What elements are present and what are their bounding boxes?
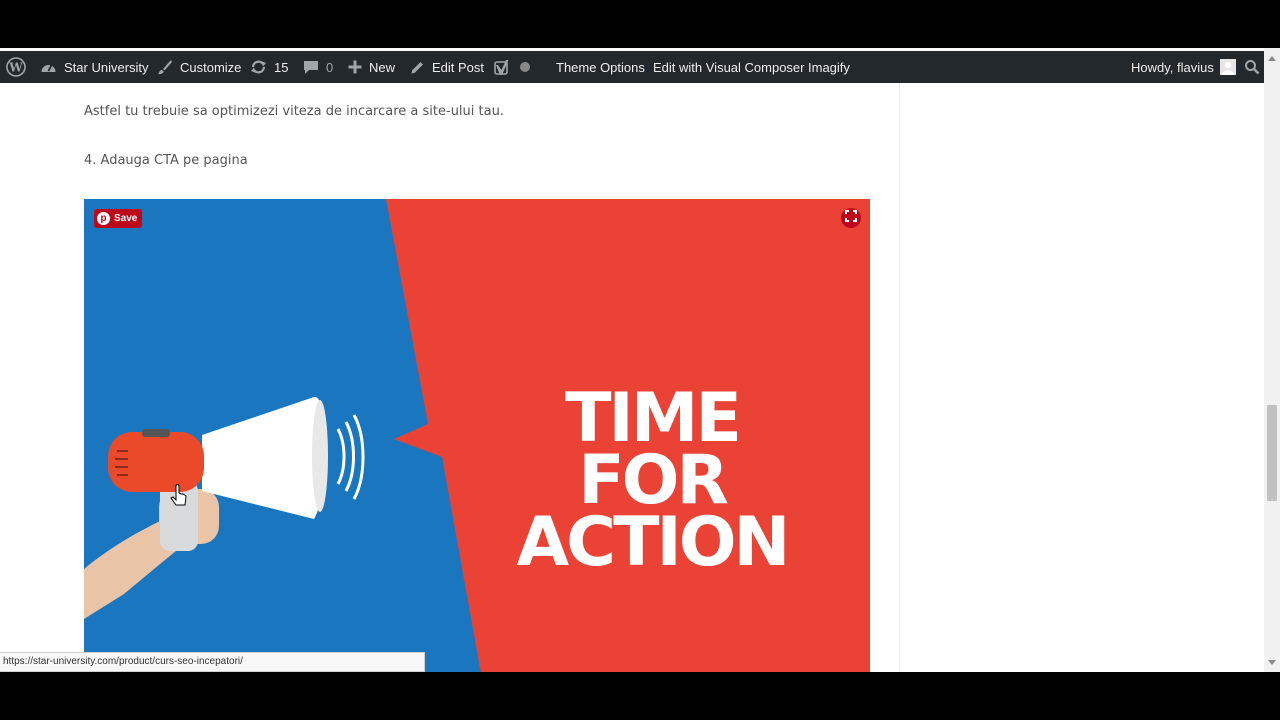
site-name-label: Star University bbox=[64, 59, 149, 75]
comments-link[interactable]: 0 bbox=[303, 51, 333, 83]
sidebar-divider bbox=[899, 83, 900, 672]
fullscreen-icon bbox=[845, 209, 857, 227]
fullscreen-button[interactable] bbox=[841, 208, 861, 228]
cta-image[interactable]: TIME FOR ACTION p Save bbox=[84, 199, 870, 672]
brush-icon bbox=[157, 59, 173, 75]
yoast-seo-menu[interactable] bbox=[494, 51, 531, 83]
article-heading-step-4: 4. Adauga CTA pe pagina bbox=[84, 153, 248, 168]
wp-logo-menu[interactable]: W bbox=[6, 51, 26, 83]
edit-post-link[interactable]: Edit Post bbox=[410, 51, 484, 83]
wordpress-icon: W bbox=[6, 57, 26, 77]
pencil-icon bbox=[410, 60, 425, 75]
scroll-up-arrow[interactable] bbox=[1268, 56, 1276, 61]
search-icon bbox=[1244, 59, 1260, 75]
pinterest-save-button[interactable]: p Save bbox=[94, 209, 143, 228]
browser-status-bar: https://star-university.com/product/curs… bbox=[0, 652, 425, 672]
browser-viewport: W Star University Customize 15 0 New Edi… bbox=[0, 48, 1280, 672]
avatar bbox=[1219, 59, 1236, 75]
account-menu[interactable]: Howdy, flavius bbox=[1131, 51, 1236, 83]
pinterest-save-label: Save bbox=[114, 213, 138, 224]
article-paragraph: Astfel tu trebuie sa optimizezi viteza d… bbox=[84, 104, 504, 119]
screen: W Star University Customize 15 0 New Edi… bbox=[0, 0, 1280, 720]
time-for-action-graphic: TIME FOR ACTION bbox=[84, 199, 870, 672]
pinterest-icon: p bbox=[97, 212, 110, 225]
updates-link[interactable]: 15 bbox=[250, 51, 288, 83]
status-url: https://star-university.com/product/curs… bbox=[3, 656, 243, 667]
edit-post-label: Edit Post bbox=[432, 59, 485, 75]
wp-admin-bar: W Star University Customize 15 0 New Edi… bbox=[0, 48, 1264, 83]
customize-label: Customize bbox=[180, 59, 242, 75]
svg-text:W: W bbox=[8, 61, 23, 75]
plus-icon bbox=[348, 60, 362, 74]
dashboard-icon bbox=[40, 60, 57, 75]
new-content-menu[interactable]: New bbox=[348, 51, 395, 83]
yoast-icon bbox=[494, 59, 512, 76]
visual-composer-link[interactable]: Edit with Visual Composer bbox=[653, 51, 805, 83]
customize-link[interactable]: Customize bbox=[157, 51, 241, 83]
new-label: New bbox=[369, 59, 396, 75]
theme-options-label: Theme Options bbox=[556, 59, 645, 75]
comment-icon bbox=[303, 60, 319, 75]
scroll-down-arrow[interactable] bbox=[1268, 660, 1276, 665]
imagify-link[interactable]: Imagify bbox=[808, 51, 850, 83]
updates-icon bbox=[250, 59, 267, 75]
updates-count: 15 bbox=[274, 59, 289, 75]
vertical-scrollbar[interactable] bbox=[1264, 48, 1280, 672]
comments-count: 0 bbox=[326, 59, 334, 75]
site-name-menu[interactable]: Star University bbox=[40, 51, 149, 83]
imagify-label: Imagify bbox=[808, 59, 850, 75]
headline-line-3: ACTION bbox=[517, 503, 788, 582]
status-dot-icon bbox=[519, 61, 531, 73]
scroll-thumb[interactable] bbox=[1267, 405, 1277, 501]
admin-search-button[interactable] bbox=[1244, 51, 1260, 83]
theme-options-link[interactable]: Theme Options bbox=[556, 51, 645, 83]
howdy-label: Howdy, flavius bbox=[1131, 59, 1214, 75]
visual-composer-label: Edit with Visual Composer bbox=[653, 59, 805, 75]
